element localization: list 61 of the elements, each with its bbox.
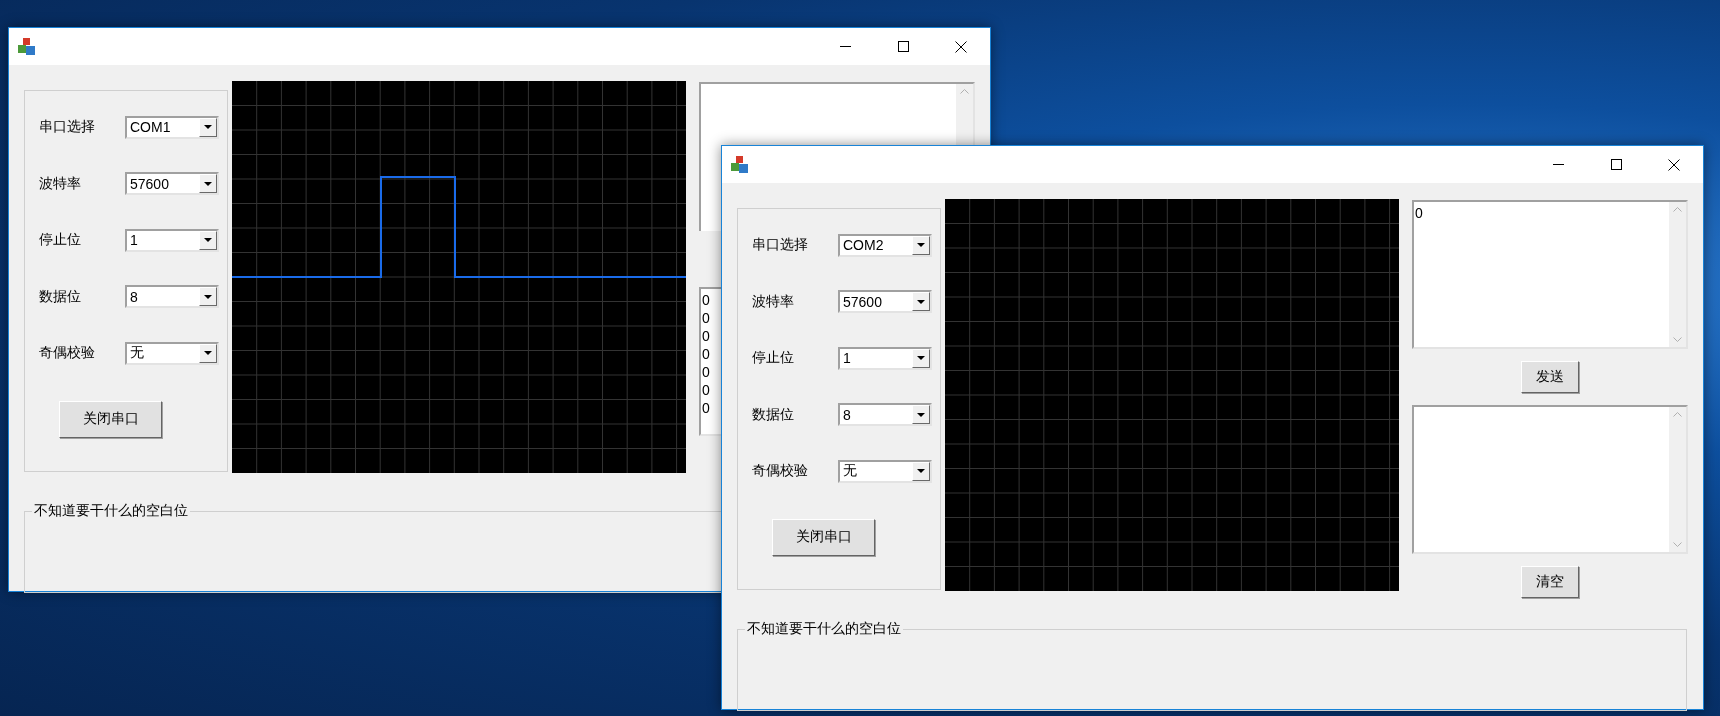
setting-label: 串口选择	[39, 118, 96, 137]
caret-icon	[917, 356, 925, 361]
caret-icon	[204, 125, 212, 130]
caret-icon	[204, 294, 212, 299]
setting-label: 波特率	[39, 174, 82, 193]
caret-icon	[917, 299, 925, 304]
clear-button[interactable]: 清空	[1521, 566, 1579, 598]
setting-label: 串口选择	[752, 236, 809, 255]
caret-icon	[917, 469, 925, 474]
text-area[interactable]: 0 0 0 0 0 0 0	[699, 287, 723, 436]
dropdown-field[interactable]: COM2	[838, 233, 932, 257]
text-line: 0	[702, 291, 710, 309]
setting-label: 停止位	[39, 231, 82, 250]
text-line: 0	[702, 381, 710, 399]
close-icon	[1668, 158, 1680, 171]
caret-icon	[917, 412, 925, 417]
text-line: 0	[702, 363, 710, 381]
scroll-up-icon[interactable]	[960, 88, 969, 94]
dropdown-field[interactable]: 无	[838, 459, 932, 483]
text-line: 0	[702, 309, 710, 327]
text-area[interactable]: 0	[1412, 200, 1688, 349]
dropdown-field[interactable]: COM1	[125, 115, 219, 139]
text-area[interactable]	[699, 82, 975, 146]
setting-label: 奇偶校验	[752, 462, 809, 481]
app-icon	[731, 155, 749, 174]
minimize-icon	[1552, 164, 1564, 165]
dropdown-field[interactable]: 8	[838, 403, 932, 427]
app-icon	[18, 37, 36, 56]
setting-label: 数据位	[39, 287, 82, 306]
text-line: 0	[702, 345, 710, 363]
scroll-down-icon[interactable]	[1673, 542, 1682, 548]
caret-icon	[917, 243, 925, 248]
caret-icon	[204, 181, 212, 186]
setting-label: 数据位	[752, 405, 795, 424]
dropdown-field[interactable]: 无	[125, 341, 219, 365]
text-line: 0	[702, 399, 710, 417]
setting-label: 停止位	[752, 349, 795, 368]
text-line: 0	[1415, 204, 1423, 222]
port-button[interactable]: 关闭串口	[59, 400, 162, 438]
setting-label: 波特率	[752, 292, 795, 311]
maximize-icon	[1610, 159, 1622, 170]
group-title: 不知道要干什么的空白位	[745, 620, 903, 638]
group-title: 不知道要干什么的空白位	[32, 502, 190, 520]
dropdown-field[interactable]: 1	[838, 346, 932, 370]
text-area[interactable]	[1412, 405, 1688, 554]
dropdown-field[interactable]: 8	[125, 285, 219, 309]
caret-icon	[204, 238, 212, 243]
port-button[interactable]: 关闭串口	[772, 518, 875, 556]
dropdown-field[interactable]: 57600	[838, 290, 932, 314]
setting-label: 奇偶校验	[39, 344, 96, 363]
dropdown-field[interactable]: 57600	[125, 172, 219, 196]
minimize-icon	[839, 46, 851, 47]
scroll-up-icon[interactable]	[1673, 206, 1682, 212]
scroll-down-icon[interactable]	[1673, 337, 1682, 343]
caret-icon	[204, 351, 212, 356]
maximize-icon	[897, 41, 909, 52]
text-line: 0	[702, 327, 710, 345]
dropdown-field[interactable]: 1	[125, 228, 219, 252]
scroll-up-icon[interactable]	[1673, 411, 1682, 417]
send-button[interactable]: 发送	[1521, 361, 1579, 393]
close-icon	[955, 40, 967, 53]
